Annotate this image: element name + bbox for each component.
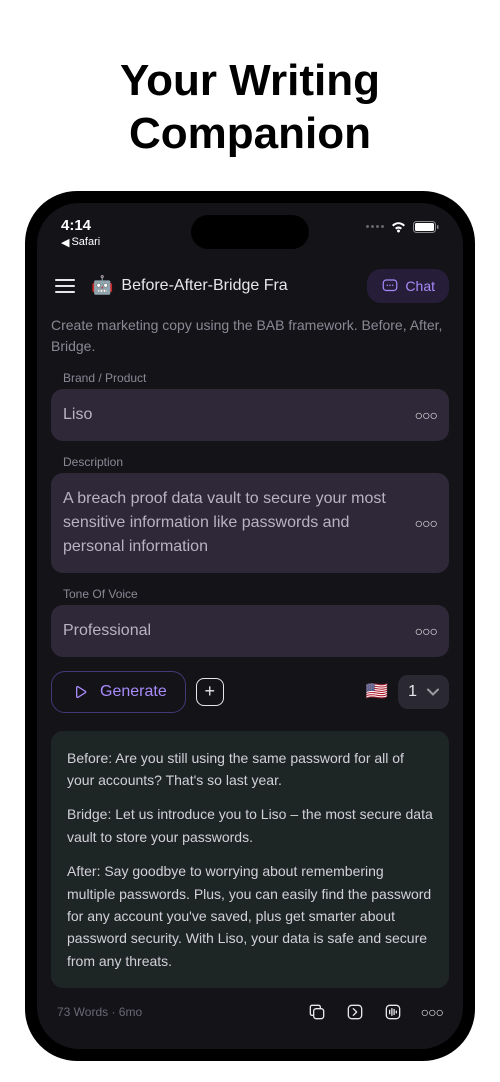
count-value: 1 bbox=[408, 683, 417, 701]
battery-icon bbox=[413, 221, 439, 233]
brand-value: Liso bbox=[63, 403, 415, 427]
plus-icon: + bbox=[204, 681, 215, 702]
chat-button-label: Chat bbox=[405, 278, 435, 294]
status-right bbox=[366, 221, 439, 233]
signal-dots-icon bbox=[366, 225, 384, 228]
language-flag-icon[interactable]: 🇺🇸 bbox=[366, 681, 388, 702]
chevron-down-icon bbox=[427, 688, 439, 696]
content-area: Create marketing copy using the BAB fram… bbox=[37, 315, 463, 1023]
phone-frame: 4:14 ◀ Safari bbox=[25, 191, 475, 1061]
output-more-button[interactable]: ○○○ bbox=[421, 1004, 443, 1020]
description-more-icon[interactable]: ○○○ bbox=[415, 515, 437, 531]
tone-input[interactable]: Professional ○○○ bbox=[51, 605, 449, 657]
description-input[interactable]: A breach proof data vault to secure your… bbox=[51, 473, 449, 573]
share-button[interactable] bbox=[345, 1002, 365, 1022]
wifi-icon bbox=[390, 221, 407, 233]
tone-more-icon[interactable]: ○○○ bbox=[415, 623, 437, 639]
back-to-safari[interactable]: ◀ Safari bbox=[61, 236, 100, 249]
description-label: Description bbox=[51, 455, 449, 469]
output-bridge: Bridge: Let us introduce you to Liso – t… bbox=[67, 803, 433, 848]
output-card: Before: Are you still using the same pas… bbox=[51, 731, 449, 989]
copy-button[interactable] bbox=[307, 1002, 327, 1022]
add-button[interactable]: + bbox=[196, 678, 224, 706]
app-title-text: Before-After-Bridge Fra bbox=[121, 277, 287, 295]
tone-label: Tone Of Voice bbox=[51, 587, 449, 601]
tone-value: Professional bbox=[63, 619, 415, 643]
generate-label: Generate bbox=[100, 683, 167, 701]
back-caret-icon: ◀ bbox=[61, 236, 69, 249]
play-icon bbox=[70, 682, 90, 702]
app-title: 🤖 Before-After-Bridge Fra bbox=[91, 275, 355, 296]
chat-icon bbox=[381, 277, 399, 295]
description-value: A breach proof data vault to secure your… bbox=[63, 487, 415, 559]
count-selector[interactable]: 1 bbox=[398, 675, 449, 709]
status-time: 4:14 bbox=[61, 217, 100, 234]
output-footer: 73 Words · 6mo ○○○ bbox=[51, 988, 449, 1022]
back-label: Safari bbox=[71, 236, 100, 248]
chat-button[interactable]: Chat bbox=[367, 269, 449, 303]
brand-label: Brand / Product bbox=[51, 371, 449, 385]
menu-button[interactable] bbox=[51, 275, 79, 297]
robot-icon: 🤖 bbox=[91, 275, 113, 296]
output-before: Before: Are you still using the same pas… bbox=[67, 747, 433, 792]
app-header: 🤖 Before-After-Bridge Fra Chat bbox=[37, 253, 463, 315]
brand-input[interactable]: Liso ○○○ bbox=[51, 389, 449, 441]
intro-text: Create marketing copy using the BAB fram… bbox=[51, 315, 449, 357]
phone-screen: 4:14 ◀ Safari bbox=[37, 203, 463, 1049]
output-meta: 73 Words · 6mo bbox=[57, 1005, 142, 1019]
page-headline: Your Writing Companion bbox=[0, 0, 500, 191]
action-row: Generate + 🇺🇸 1 bbox=[51, 671, 449, 713]
audio-button[interactable] bbox=[383, 1002, 403, 1022]
phone-notch bbox=[191, 215, 309, 249]
brand-more-icon[interactable]: ○○○ bbox=[415, 407, 437, 423]
output-after: After: Say goodbye to worrying about rem… bbox=[67, 860, 433, 972]
status-left: 4:14 ◀ Safari bbox=[61, 217, 100, 249]
generate-button[interactable]: Generate bbox=[51, 671, 186, 713]
output-actions: ○○○ bbox=[307, 1002, 443, 1022]
